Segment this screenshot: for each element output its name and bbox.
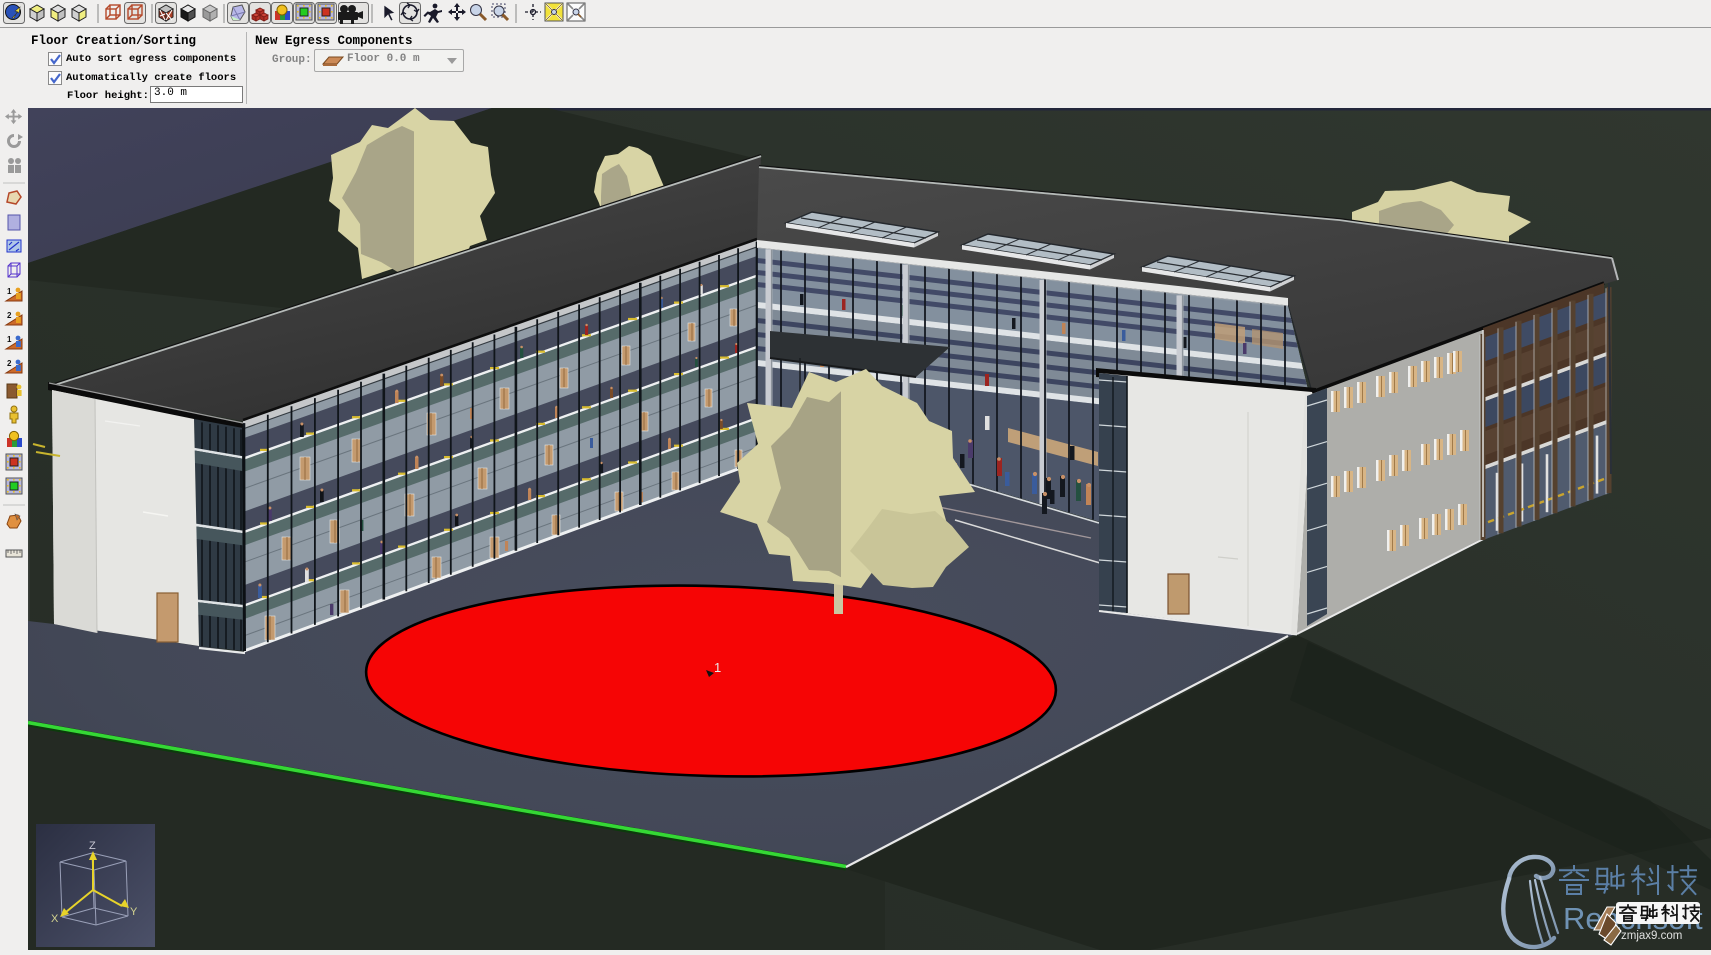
svg-text:1: 1 [714, 660, 721, 675]
svg-text:2: 2 [7, 359, 12, 368]
svg-text:Y: Y [130, 906, 138, 918]
svg-text:zmjax9.com: zmjax9.com [1621, 930, 1682, 942]
svg-text:Z: Z [89, 840, 96, 852]
svg-text:1: 1 [7, 335, 12, 344]
svg-text:1: 1 [7, 287, 12, 296]
svg-text:X: X [51, 913, 59, 925]
svg-text:2: 2 [7, 311, 12, 320]
